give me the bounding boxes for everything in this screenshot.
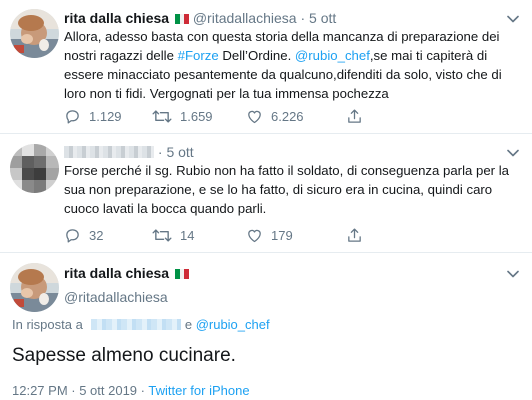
- reply-icon: [66, 228, 79, 243]
- avatar[interactable]: [10, 144, 59, 193]
- author-name[interactable]: rita dalla chiesa: [64, 10, 169, 26]
- reply-user-blurred[interactable]: [90, 319, 181, 330]
- tweet-timestamp[interactable]: 12:27 PM · 5 ott 2019: [12, 383, 137, 398]
- tweet-reply[interactable]: · 5 ott Forse perché il sg. Rubio non ha…: [0, 134, 532, 253]
- share-button[interactable]: [346, 108, 363, 125]
- like-icon: [248, 110, 261, 123]
- reply-button[interactable]: 1.129: [64, 108, 152, 125]
- mention-link[interactable]: @rubio_chef: [196, 317, 270, 332]
- share-icon: [348, 108, 361, 123]
- tweet-original[interactable]: rita dalla chiesa @ritadallachiesa · 5 o…: [0, 0, 532, 134]
- mention-link[interactable]: @rubio_chef: [295, 48, 370, 63]
- retweet-button[interactable]: 14: [152, 227, 246, 244]
- like-count: 179: [271, 227, 293, 243]
- tweet-source[interactable]: Twitter for iPhone: [148, 383, 249, 398]
- retweet-count: 1.659: [180, 108, 213, 124]
- author-handle[interactable]: @ritadallachiesa: [64, 288, 189, 306]
- author-name[interactable]: rita dalla chiesa: [64, 265, 169, 281]
- tweet-meta: 12:27 PM · 5 ott 2019 · Twitter for iPho…: [12, 383, 250, 398]
- reply-context: In risposta a e @rubio_chef: [12, 317, 270, 332]
- reply-prefix: In risposta a: [12, 317, 83, 332]
- share-button[interactable]: [346, 227, 363, 244]
- retweet-button[interactable]: 1.659: [152, 108, 246, 125]
- retweet-count: 14: [180, 227, 195, 243]
- separator-dot: ·: [157, 144, 163, 160]
- tweet-time[interactable]: 5 ott: [166, 144, 193, 160]
- tweet-actions: 1.129 1.659 6.226: [64, 107, 363, 125]
- author-handle[interactable]: @ritadallachiesa: [193, 10, 297, 26]
- reply-icon: [66, 109, 79, 124]
- avatar[interactable]: [10, 9, 59, 58]
- tweet-actions: 32 14 179: [64, 226, 363, 244]
- avatar[interactable]: [10, 263, 59, 312]
- like-icon: [248, 229, 261, 242]
- tweet-text: Forse perché il sg. Rubio non ha fatto i…: [64, 163, 509, 216]
- tweet-focused: rita dalla chiesa @ritadallachiesa In ri…: [0, 253, 532, 400]
- like-button[interactable]: 6.226: [246, 108, 346, 125]
- share-icon: [348, 227, 361, 242]
- caret-down-icon[interactable]: [506, 267, 520, 281]
- retweet-icon: [152, 109, 172, 123]
- hashtag-link[interactable]: #Forze: [178, 48, 219, 63]
- separator-dot: ·: [300, 10, 306, 26]
- tweet-text: Allora, adesso basta con questa storia d…: [64, 29, 502, 101]
- reply-count: 1.129: [89, 108, 122, 124]
- caret-down-icon[interactable]: [506, 146, 520, 160]
- reply-count: 32: [89, 227, 104, 243]
- reply-and: e: [184, 317, 193, 332]
- tweet-text: Sapesse almeno cucinare.: [12, 345, 236, 366]
- caret-down-icon[interactable]: [506, 12, 520, 26]
- retweet-icon: [152, 228, 172, 242]
- separator-dot: ·: [140, 383, 145, 398]
- like-button[interactable]: 179: [246, 227, 346, 244]
- like-count: 6.226: [271, 108, 304, 124]
- reply-button[interactable]: 32: [64, 227, 152, 244]
- tweet-time[interactable]: 5 ott: [309, 10, 336, 26]
- italian-flag-icon: [174, 269, 189, 279]
- italian-flag-icon: [174, 14, 189, 24]
- author-name-blurred[interactable]: [64, 146, 154, 158]
